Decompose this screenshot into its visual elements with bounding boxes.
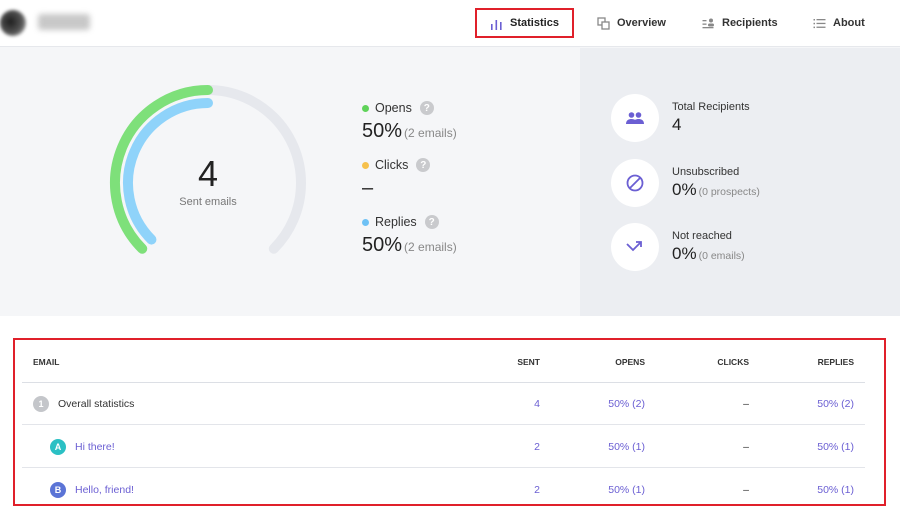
header-clicks[interactable]: CLICKS [682, 341, 749, 383]
bounce-arrow-icon [611, 223, 659, 271]
people-icon [611, 94, 659, 142]
row-sent[interactable]: 2 [482, 469, 540, 511]
table-row: B Hello, friend! 2 50% (1) – 50% (1) [22, 469, 865, 511]
opens-label: Opens [375, 101, 412, 115]
total-recipients-value: 4 [672, 115, 682, 134]
top-bar: Statistics Overview Recipients About [0, 0, 900, 47]
replies-sub: (2 emails) [404, 240, 457, 254]
not-reached: Not reached 0% (0 emails) [611, 223, 745, 271]
row-sent[interactable]: 4 [482, 383, 540, 425]
row-email-name[interactable]: Hi there! [75, 441, 115, 453]
variant-badge-a: A [50, 439, 66, 455]
overview-icon [597, 16, 610, 30]
row-replies[interactable]: 50% (1) [782, 469, 854, 511]
row-sent[interactable]: 2 [482, 426, 540, 468]
row-opens[interactable]: 50% (1) [582, 469, 645, 511]
replies-dot [362, 218, 369, 226]
blocked-icon [611, 159, 659, 207]
tab-statistics-label: Statistics [510, 17, 559, 29]
help-icon[interactable]: ? [424, 215, 439, 229]
row-clicks: – [743, 398, 749, 410]
help-icon[interactable]: ? [416, 158, 431, 172]
total-recipients-label: Total Recipients [672, 101, 750, 113]
clicks-label: Clicks [375, 158, 409, 172]
tab-overview-label: Overview [617, 17, 666, 29]
row-email-name[interactable]: Hello, friend! [75, 484, 134, 496]
metric-opens: Opens ? 50% (2 emails) [362, 101, 457, 143]
list-icon [813, 18, 826, 28]
metric-clicks: Clicks ? – [362, 158, 431, 200]
not-reached-value: 0% [672, 244, 697, 263]
row-email-name: Overall statistics [58, 398, 135, 410]
unsubscribed-value: 0% [672, 180, 697, 199]
sent-label: Sent emails [179, 196, 237, 208]
table-header: EMAIL SENT OPENS CLICKS REPLIES [22, 341, 865, 383]
variant-badge-b: B [50, 482, 66, 498]
replies-label: Replies [375, 215, 417, 229]
gauge-center: 4 Sent emails [148, 153, 268, 209]
tab-about[interactable]: About [813, 8, 865, 38]
opens-sub: (2 emails) [404, 126, 457, 140]
app-logo [0, 10, 26, 36]
header-opens[interactable]: OPENS [582, 341, 645, 383]
row-replies[interactable]: 50% (1) [782, 426, 854, 468]
row-clicks: – [743, 441, 749, 453]
row-opens[interactable]: 50% (1) [582, 426, 645, 468]
row-replies[interactable]: 50% (2) [782, 383, 854, 425]
bar-chart-icon [491, 19, 502, 30]
replies-value: 50% [362, 234, 403, 256]
table-row: A Hi there! 2 50% (1) – 50% (1) [22, 426, 865, 468]
tab-overview[interactable]: Overview [597, 8, 666, 38]
opens-dot [362, 104, 369, 112]
header-sent[interactable]: SENT [482, 341, 540, 383]
opens-value: 50% [362, 120, 403, 142]
not-reached-label: Not reached [672, 230, 732, 242]
row-number-badge: 1 [33, 396, 49, 412]
clicks-value: – [362, 177, 374, 199]
row-opens[interactable]: 50% (2) [582, 383, 645, 425]
tab-about-label: About [833, 17, 865, 29]
unsubscribed-sub: (0 prospects) [698, 186, 760, 198]
metric-replies: Replies ? 50% (2 emails) [362, 215, 457, 257]
tab-recipients-label: Recipients [722, 17, 778, 29]
table-row: 1 Overall statistics 4 50% (2) – 50% (2) [22, 383, 865, 425]
header-email[interactable]: EMAIL [33, 341, 59, 383]
row-clicks: – [743, 484, 749, 496]
not-reached-sub: (0 emails) [698, 250, 745, 262]
sent-count: 4 [197, 153, 219, 194]
tab-statistics[interactable]: Statistics [475, 8, 574, 38]
recipients-icon [702, 18, 714, 28]
unsubscribed-label: Unsubscribed [672, 166, 740, 178]
unsubscribed: Unsubscribed 0% (0 prospects) [611, 159, 760, 207]
clicks-dot [362, 161, 369, 169]
total-recipients: Total Recipients 4 [611, 94, 750, 142]
tab-recipients[interactable]: Recipients [702, 8, 778, 38]
help-icon[interactable]: ? [419, 101, 434, 115]
app-name-blurred [38, 14, 90, 30]
header-replies[interactable]: REPLIES [782, 341, 854, 383]
